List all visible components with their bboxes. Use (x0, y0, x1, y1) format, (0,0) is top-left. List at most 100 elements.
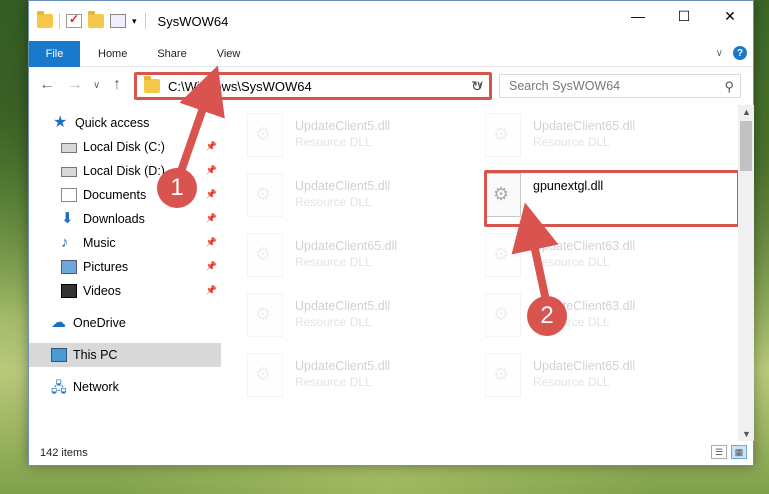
pin-icon: 📌 (205, 237, 217, 247)
file-name: UpdateClient5.dll (295, 299, 391, 313)
sidebar-item-label: OneDrive (73, 316, 126, 330)
file-highlight-box (484, 170, 740, 227)
sidebar-item-onedrive[interactable]: ☁ OneDrive (29, 311, 221, 335)
videos-icon (61, 284, 77, 298)
dll-file-icon (485, 233, 521, 277)
sidebar-item-label: This PC (73, 348, 118, 362)
network-icon: 🖧 (51, 379, 67, 395)
file-item[interactable]: UpdateClient63.dllResource DLL (485, 293, 715, 343)
pin-icon: 📌 (205, 285, 217, 295)
ribbon-tabs: File Home Share View ∨ ? (29, 40, 753, 67)
minimize-button[interactable]: — (615, 1, 661, 31)
maximize-button[interactable]: ☐ (661, 1, 707, 31)
file-item[interactable]: UpdateClient5.dll Resource DLL (247, 353, 477, 403)
file-name: UpdateClient5.dll (295, 359, 391, 373)
sidebar-item-label: Local Disk (D:) (83, 164, 165, 178)
scroll-up-icon[interactable]: ▲ (742, 107, 751, 117)
vertical-scrollbar[interactable]: ▲ ▼ (738, 105, 754, 441)
computer-icon (51, 348, 67, 362)
sidebar-item-quick-access[interactable]: ★ Quick access (29, 111, 221, 135)
step-marker-2: 2 (527, 296, 567, 336)
window-controls: — ☐ ✕ (615, 1, 753, 31)
window-title: SysWOW64 (157, 13, 229, 29)
sidebar-item-network[interactable]: 🖧 Network (29, 375, 221, 399)
dll-file-icon (485, 113, 521, 157)
pin-icon: 📌 (205, 213, 217, 223)
ribbon-right: ∨ ? (716, 46, 747, 60)
file-list: UpdateClient5.dll Resource DLL UpdateClie… (235, 105, 737, 439)
file-item[interactable]: UpdateClient5.dll Resource DLL (247, 173, 477, 223)
file-name: UpdateClient5.dll (295, 119, 391, 133)
sidebar-item-label: Quick access (75, 116, 150, 130)
close-button[interactable]: ✕ (707, 1, 753, 31)
file-type: Resource DLL (295, 135, 372, 149)
dll-file-icon (247, 173, 283, 217)
dll-file-icon (485, 293, 521, 337)
back-button[interactable]: ← (39, 76, 55, 94)
sidebar-item-pictures[interactable]: Pictures 📌 (29, 255, 221, 279)
scroll-thumb[interactable] (740, 121, 752, 171)
address-highlight-box (134, 72, 492, 100)
pin-icon: 📌 (205, 141, 217, 151)
music-icon: ♪ (61, 234, 69, 251)
quick-access-toolbar: ▾ (29, 11, 137, 29)
file-type: Resource DLL (533, 375, 610, 389)
expand-ribbon-icon[interactable]: ∨ (716, 48, 723, 59)
title-bar: ▾ SysWOW64 — ☐ ✕ (29, 1, 753, 41)
properties-check-icon[interactable] (66, 12, 82, 28)
status-bar: 142 items ☰ ▦ (29, 441, 753, 465)
dll-file-icon (247, 353, 283, 397)
sidebar-item-label: Local Disk (C:) (83, 140, 165, 154)
file-name: UpdateClient65.dll (295, 239, 398, 253)
cloud-icon: ☁ (51, 314, 66, 331)
download-icon: ⬇ (61, 210, 74, 227)
sidebar-item-label: Downloads (83, 212, 145, 226)
document-icon (61, 188, 77, 202)
file-item[interactable]: UpdateClient65.dll Resource DLL (485, 353, 715, 403)
sidebar-item-label: Videos (83, 284, 121, 298)
file-item[interactable]: UpdateClient5.dll Resource DLL (247, 293, 477, 343)
sidebar-item-label: Network (73, 380, 119, 394)
customize-toolbar-dropdown[interactable]: ▾ (132, 16, 137, 27)
file-type: Resource DLL (295, 375, 372, 389)
pin-icon: 📌 (205, 261, 217, 271)
scroll-down-icon[interactable]: ▼ (742, 429, 751, 439)
search-input[interactable]: Search SysWOW64 ⚲ (499, 74, 741, 98)
file-item[interactable]: UpdateClient65.dll Resource DLL (247, 233, 477, 283)
sidebar-item-label: Pictures (83, 260, 129, 274)
sidebar-item-videos[interactable]: Videos 📌 (29, 279, 221, 303)
file-name: UpdateClient5.dll (295, 179, 391, 193)
sidebar-item-local-disk-c[interactable]: Local Disk (C:) 📌 (29, 135, 221, 159)
details-view-icon[interactable]: ☰ (711, 445, 727, 459)
forward-button[interactable]: → (67, 76, 83, 94)
recent-locations-button[interactable]: ∨ (93, 80, 100, 91)
tab-home[interactable]: Home (80, 48, 142, 60)
file-type: Resource DLL (295, 315, 372, 329)
search-icon: ⚲ (724, 79, 734, 94)
file-type: Resource DLL (295, 195, 372, 209)
file-item[interactable]: UpdateClient5.dll Resource DLL (247, 113, 477, 163)
view-buttons: ☰ ▦ (711, 445, 747, 459)
file-item[interactable]: UpdateClient63.dllResource DLL (485, 233, 715, 283)
sidebar-item-this-pc[interactable]: This PC (29, 343, 221, 367)
new-folder-icon[interactable] (88, 11, 104, 28)
tab-view[interactable]: View (202, 48, 256, 60)
pin-icon: 📌 (205, 189, 217, 199)
navigation-bar: ← → ∨ ↑ C:\Windows\SysWOW64 ∨ ↻ Search S… (29, 68, 753, 104)
tab-share[interactable]: Share (142, 48, 201, 60)
file-item[interactable]: UpdateClient65.dll Resource DLL (485, 113, 715, 163)
properties-icon[interactable] (110, 14, 126, 28)
step-marker-1: 1 (157, 168, 197, 208)
pictures-icon (61, 260, 77, 274)
sidebar-item-downloads[interactable]: ⬇ Downloads 📌 (29, 207, 221, 231)
file-tab[interactable]: File (29, 40, 80, 67)
help-icon[interactable]: ? (733, 46, 747, 60)
up-button[interactable]: ↑ (113, 76, 121, 94)
file-type: Resource DLL (533, 255, 610, 269)
dll-file-icon (247, 233, 283, 277)
large-icons-view-icon[interactable]: ▦ (731, 445, 747, 459)
dll-file-icon (485, 353, 521, 397)
folder-icon (37, 11, 53, 28)
navigation-pane: ★ Quick access Local Disk (C:) 📌 Local D… (29, 105, 221, 439)
sidebar-item-music[interactable]: ♪ Music 📌 (29, 231, 221, 255)
